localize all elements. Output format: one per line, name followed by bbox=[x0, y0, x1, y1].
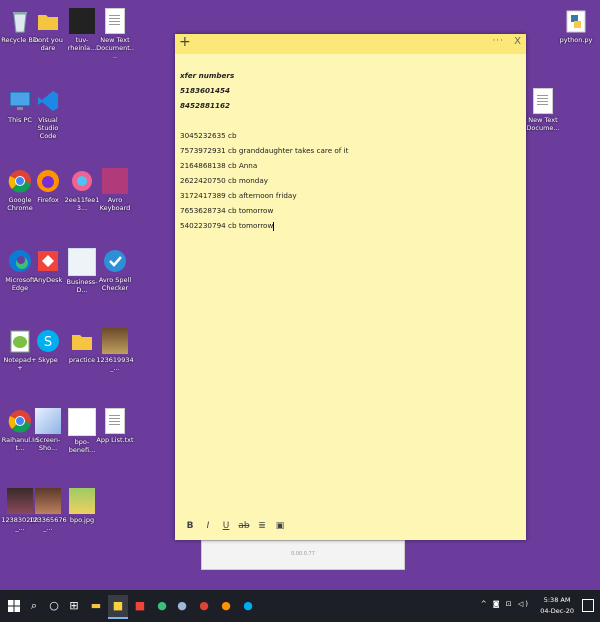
bullet-list-button[interactable]: ≣ bbox=[253, 521, 271, 531]
more-options-button[interactable]: ··· bbox=[492, 36, 504, 46]
waveform-icon bbox=[69, 8, 95, 34]
icon-label: App List.txt bbox=[96, 436, 134, 444]
photo-thumbnail-icon bbox=[102, 328, 128, 354]
text-file-shortcut[interactable]: New Text Docume... bbox=[524, 88, 562, 132]
new-note-plus-icon[interactable]: + bbox=[179, 34, 191, 50]
image-file-shortcut[interactable]: 123365676_... bbox=[29, 488, 67, 532]
note-line: 2164868138 cb Anna bbox=[180, 161, 258, 170]
icon-label: Firefox bbox=[37, 196, 59, 204]
sticky-note-titlebar[interactable]: + ··· X bbox=[175, 34, 526, 54]
background-window-text: 0.00.0.77 bbox=[291, 551, 315, 557]
note-line-last: 5402230794 cb tomorrow bbox=[180, 218, 521, 233]
avro-spell-checker-shortcut[interactable]: Avro Spell Checker bbox=[96, 248, 134, 292]
svg-text:S: S bbox=[44, 335, 52, 350]
avro-keyboard-shortcut[interactable]: Avro Keyboard bbox=[96, 168, 134, 212]
folder-icon bbox=[69, 328, 95, 354]
skype-shortcut[interactable]: S Skype bbox=[29, 328, 67, 364]
strikethrough-button[interactable]: ab bbox=[235, 521, 253, 531]
icon-label: Avro Keyboard bbox=[99, 196, 131, 212]
avro-keyboard-icon bbox=[102, 168, 128, 194]
close-button[interactable]: X bbox=[514, 36, 521, 47]
task-view-icon[interactable]: ⊞ bbox=[64, 595, 84, 617]
image-thumbnail-icon bbox=[69, 488, 95, 514]
chrome-taskbar-icon[interactable]: ● bbox=[194, 595, 214, 617]
note-line: xfer numbers bbox=[180, 71, 235, 80]
skype-icon: S bbox=[35, 328, 61, 354]
icon-label: New Text Docume... bbox=[526, 116, 560, 132]
folder-shortcut[interactable]: Dont you dare bbox=[29, 8, 67, 52]
anydesk-taskbar-icon[interactable]: ■ bbox=[130, 595, 150, 617]
sticky-note-text[interactable]: xfer numbers 5183601454 8452881162 30452… bbox=[180, 68, 521, 233]
firefox-icon bbox=[35, 168, 61, 194]
image-file-shortcut[interactable]: bpo.jpg bbox=[63, 488, 101, 524]
icon-label: Skype bbox=[38, 356, 58, 364]
skype-taskbar-icon[interactable]: ● bbox=[238, 595, 258, 617]
photo-thumbnail-icon bbox=[35, 488, 61, 514]
text-document-icon bbox=[533, 88, 553, 114]
icon-label: Avro Spell Checker bbox=[98, 276, 132, 292]
note-line: 3045232635 cb bbox=[180, 131, 237, 140]
system-tray-icons[interactable]: ^ ◙ ⊡ ◁) bbox=[481, 600, 530, 608]
clock[interactable]: 5:38 AM 04-Dec-20 bbox=[540, 595, 574, 617]
note-line: 8452881162 bbox=[180, 101, 231, 110]
note-line: 3172417389 cb afternoon friday bbox=[180, 191, 297, 200]
vscode-shortcut[interactable]: Visual Studio Code bbox=[29, 88, 67, 140]
file-explorer-icon[interactable]: ▬ bbox=[86, 595, 106, 617]
text-document-icon bbox=[105, 408, 125, 434]
icon-label: New Text Document.... bbox=[96, 36, 134, 60]
vscode-icon bbox=[35, 88, 61, 114]
text-cursor bbox=[273, 221, 275, 231]
insert-image-button[interactable]: ▣ bbox=[271, 521, 289, 531]
bold-button[interactable]: B bbox=[181, 521, 199, 531]
folder-icon bbox=[35, 8, 61, 34]
python-file-shortcut[interactable]: python.py bbox=[557, 8, 595, 44]
note-line: 7573972931 cb granddaughter takes care o… bbox=[180, 146, 349, 155]
image-thumbnail-icon bbox=[68, 248, 96, 276]
text-file-shortcut[interactable]: App List.txt bbox=[96, 408, 134, 444]
notification-center-icon[interactable] bbox=[582, 599, 594, 612]
icon-label: Dont you dare bbox=[33, 36, 63, 52]
note-line: 5183601454 bbox=[180, 86, 231, 95]
photos-taskbar-icon[interactable]: ● bbox=[172, 595, 192, 617]
note-line-text: 5402230794 cb tomorrow bbox=[180, 221, 274, 230]
note-line: 7653628734 cb tomorrow bbox=[180, 206, 274, 215]
background-window[interactable]: 0.00.0.77 bbox=[201, 540, 405, 570]
note-line: 2622420750 cb monday bbox=[180, 176, 268, 185]
start-button[interactable] bbox=[4, 595, 24, 617]
anydesk-icon bbox=[35, 248, 61, 274]
image-file-shortcut[interactable]: 123619934_... bbox=[96, 328, 134, 372]
sticky-notes-taskbar-icon[interactable]: ■ bbox=[108, 595, 128, 619]
clock-time: 5:38 AM bbox=[543, 596, 571, 604]
text-document-icon bbox=[105, 8, 125, 34]
icon-label: AnyDesk bbox=[33, 276, 63, 284]
anydesk-shortcut[interactable]: AnyDesk bbox=[29, 248, 67, 284]
formatting-toolbar: B I U ab ≣ ▣ bbox=[181, 521, 289, 531]
icon-label: Screen-Sho... bbox=[35, 436, 61, 452]
taskbar: ⌕ ○ ⊞ ▬ ■ ■ ● ● ● ● ● ^ ◙ ⊡ ◁) 5:38 AM 0… bbox=[0, 590, 600, 622]
clock-date: 04-Dec-20 bbox=[540, 607, 574, 615]
python-icon bbox=[563, 8, 589, 34]
cortana-icon[interactable]: ○ bbox=[44, 595, 64, 617]
edge-taskbar-icon[interactable]: ● bbox=[152, 595, 172, 617]
search-icon[interactable]: ⌕ bbox=[24, 595, 44, 617]
desktop: Recycle Bin This PC Google Chrome Micros… bbox=[0, 0, 600, 590]
icon-label: bpo.jpg bbox=[69, 516, 95, 524]
firefox-taskbar-icon[interactable]: ● bbox=[216, 595, 236, 617]
icon-label: 123619934_... bbox=[96, 356, 134, 372]
icon-label: Visual Studio Code bbox=[37, 116, 59, 140]
check-circle-icon bbox=[102, 248, 128, 274]
screenshot-shortcut[interactable]: Screen-Sho... bbox=[29, 408, 67, 452]
infographic-icon bbox=[68, 408, 96, 436]
icon-label: python.py bbox=[559, 36, 593, 44]
windows-logo-icon bbox=[8, 600, 20, 612]
italic-button[interactable]: I bbox=[199, 521, 217, 531]
firefox-shortcut[interactable]: Firefox bbox=[29, 168, 67, 204]
colorful-icon bbox=[69, 168, 95, 194]
underline-button[interactable]: U bbox=[217, 521, 235, 531]
text-file-shortcut[interactable]: New Text Document.... bbox=[96, 8, 134, 60]
icon-label: 123365676_... bbox=[29, 516, 67, 532]
sticky-note-window[interactable]: + ··· X xfer numbers 5183601454 84528811… bbox=[175, 34, 526, 540]
image-thumbnail-icon bbox=[35, 408, 61, 434]
